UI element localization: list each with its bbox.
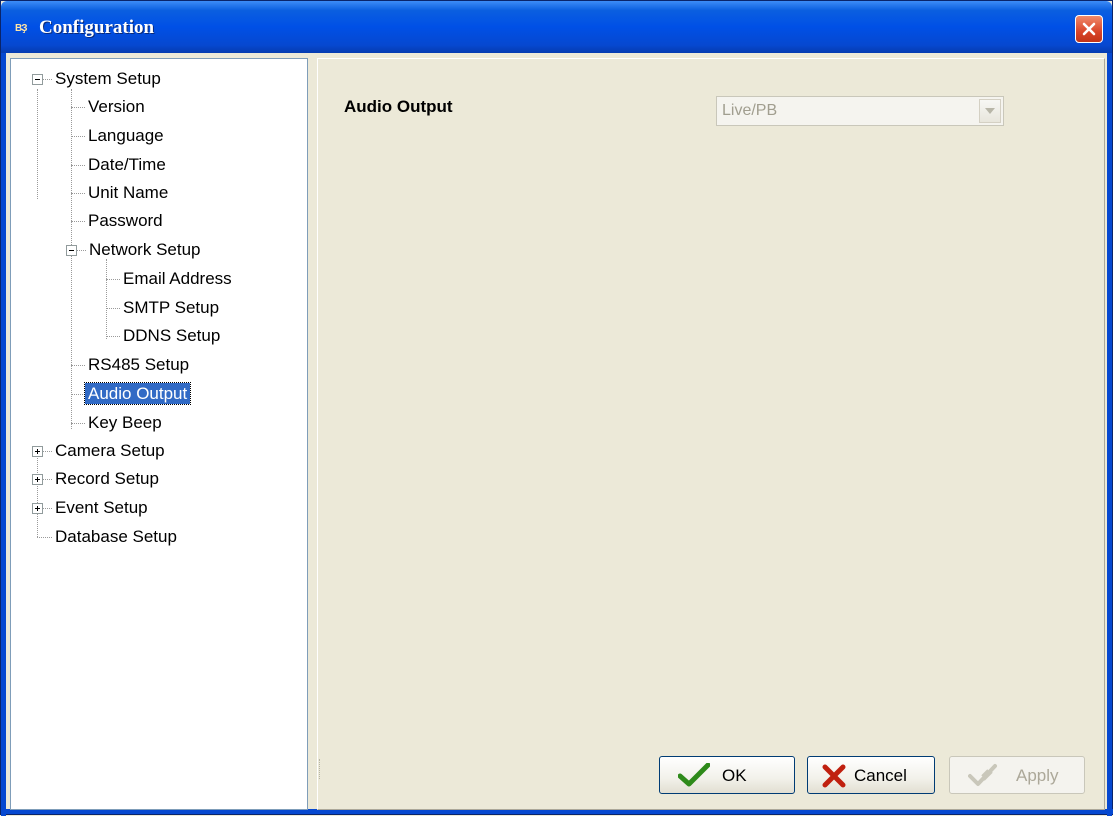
tree-line [106,279,120,280]
tree-line [42,479,52,480]
tree-line [71,423,85,424]
tree-line [37,89,38,199]
settings-content-panel [317,58,1105,810]
tree-item-label: Email Address [123,269,232,288]
tree-item-label: Camera Setup [55,441,165,460]
tree-line [71,394,85,395]
tree-item-rs485-setup[interactable]: RS485 Setup [85,351,192,378]
expand-icon[interactable] [32,474,43,485]
audio-output-value: Live/PB [722,102,778,119]
app-icon: ВҘ [15,23,28,34]
window-frame-right [1107,53,1112,816]
ok-button-label: OK [722,766,747,785]
tree-line [71,365,85,366]
checkmark-icon [678,763,710,787]
chevron-down-icon [985,108,995,114]
tree-line [106,336,120,337]
ok-button[interactable]: OK [659,756,795,794]
settings-tree[interactable]: System Setup Version Language Date/Time … [10,58,308,810]
cancel-button[interactable]: Cancel [807,756,935,794]
collapse-icon[interactable] [66,245,77,256]
tree-line [37,537,52,538]
tree-line [37,447,38,537]
tree-item-label: Key Beep [88,413,162,432]
tree-item-label: DDNS Setup [123,326,221,345]
apply-icon [968,764,997,786]
tree-item-label: Database Setup [55,527,177,546]
window-title: Configuration [39,17,155,38]
tree-item-label: Network Setup [89,240,201,259]
collapse-icon[interactable] [32,74,43,85]
tree-item-label: Audio Output [83,382,192,405]
window-frame-left [1,53,6,816]
tree-item-camera-setup[interactable]: Camera Setup [52,437,168,464]
dropdown-button[interactable] [979,99,1001,123]
tree-item-email-address[interactable]: Email Address [120,265,235,292]
apply-button-label: Apply [1016,766,1059,785]
tree-item-label: Language [88,126,164,145]
close-button[interactable] [1075,15,1103,43]
tree-line [71,165,85,166]
tree-item-date-time[interactable]: Date/Time [85,151,169,178]
tree-item-label: Unit Name [88,183,169,202]
tree-item-label: Date/Time [88,155,166,174]
cancel-button-label: Cancel [854,766,907,785]
audio-output-select[interactable]: Live/PB [716,96,1004,126]
tree-item-ddns-setup[interactable]: DDNS Setup [120,322,223,349]
configuration-window: ВҘ Configuration System Setup Version La… [0,0,1113,816]
tree-item-system-setup[interactable]: System Setup [52,65,164,92]
tree-line [42,508,52,509]
tree-line [106,308,120,309]
tree-item-database-setup[interactable]: Database Setup [52,523,180,550]
tree-item-label: SMTP Setup [123,298,220,317]
tree-item-version[interactable]: Version [85,93,148,120]
tree-line [71,221,85,222]
tree-item-label: Password [88,211,163,230]
tree-item-audio-output[interactable]: Audio Output [83,380,192,407]
tree-item-language[interactable]: Language [85,122,167,149]
tree-item-record-setup[interactable]: Record Setup [52,465,162,492]
tree-item-label: Event Setup [55,498,148,517]
tree-item-event-setup[interactable]: Event Setup [52,494,151,521]
tree-item-key-beep[interactable]: Key Beep [85,409,165,436]
title-bar[interactable]: ВҘ Configuration [1,1,1112,53]
tree-item-label: Record Setup [55,469,159,488]
tree-line [42,79,52,80]
tree-line [42,451,52,452]
tree-item-network-setup[interactable]: Network Setup [86,236,204,263]
tree-item-unit-name[interactable]: Unit Name [85,179,171,206]
apply-button[interactable]: Apply [949,756,1085,794]
expand-icon[interactable] [32,446,43,457]
tree-item-label: System Setup [55,69,161,88]
tree-line [71,136,85,137]
tree-line [71,193,85,194]
audio-output-label: Audio Output [344,97,453,116]
tree-item-label: Version [88,97,145,116]
panel-grip [319,759,321,779]
tree-line [71,107,85,108]
close-icon [1082,22,1096,36]
tree-item-label: RS485 Setup [88,355,190,374]
tree-line [106,259,107,339]
tree-item-password[interactable]: Password [85,207,166,234]
expand-icon[interactable] [32,503,43,514]
tree-item-smtp-setup[interactable]: SMTP Setup [120,294,222,321]
cross-icon [822,764,846,788]
tree-line [76,250,86,251]
tree-line [71,89,72,429]
